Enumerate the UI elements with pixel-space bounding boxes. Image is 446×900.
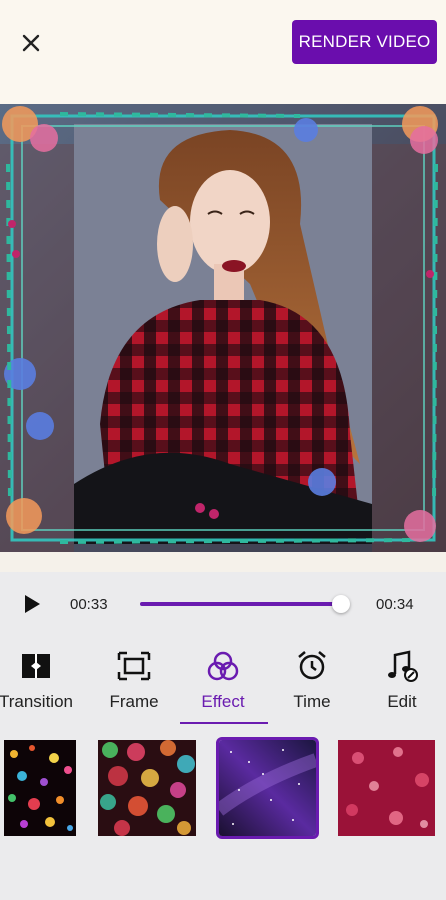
current-time: 00:33: [70, 596, 108, 613]
effect-thumbnail[interactable]: [4, 740, 76, 836]
tab-edit[interactable]: Edit: [352, 644, 446, 724]
tab-effect[interactable]: Effect: [173, 644, 273, 724]
effect-icon: [207, 651, 239, 681]
play-button[interactable]: [22, 594, 42, 614]
preview-gap: [0, 552, 446, 572]
galaxy-purple-effect: [219, 740, 316, 836]
effect-thumbnail[interactable]: [338, 740, 435, 836]
top-bar: RENDER VIDEO: [0, 0, 446, 104]
seek-bar-thumb[interactable]: [331, 595, 350, 613]
bokeh-lights-effect: [98, 740, 196, 836]
bokeh-pink-effect: [338, 740, 435, 836]
effect-thumbnail-selected[interactable]: [216, 737, 319, 839]
tab-edit-label: Edit: [387, 692, 417, 711]
render-video-button[interactable]: RENDER VIDEO: [292, 20, 437, 64]
close-button[interactable]: [16, 28, 46, 58]
frame-icon: [117, 651, 151, 681]
seek-bar-progress: [140, 602, 341, 606]
video-preview[interactable]: [0, 104, 446, 552]
tab-frame[interactable]: Frame: [84, 644, 184, 724]
seek-bar[interactable]: [140, 595, 350, 613]
active-tab-indicator: [180, 722, 268, 724]
play-icon: [25, 595, 40, 613]
alarm-clock-icon: [298, 651, 326, 680]
tab-transition[interactable]: Transition: [0, 644, 86, 724]
tab-time[interactable]: Time: [262, 644, 362, 724]
editor-panel: [0, 572, 446, 900]
total-time: 00:34: [376, 596, 414, 613]
bokeh-multicolor-effect: [4, 740, 76, 836]
preview-image: [0, 104, 446, 552]
transition-icon: [22, 654, 50, 678]
effect-thumbnail[interactable]: [98, 740, 196, 836]
close-icon: [22, 34, 40, 52]
music-edit-icon: [388, 650, 418, 682]
